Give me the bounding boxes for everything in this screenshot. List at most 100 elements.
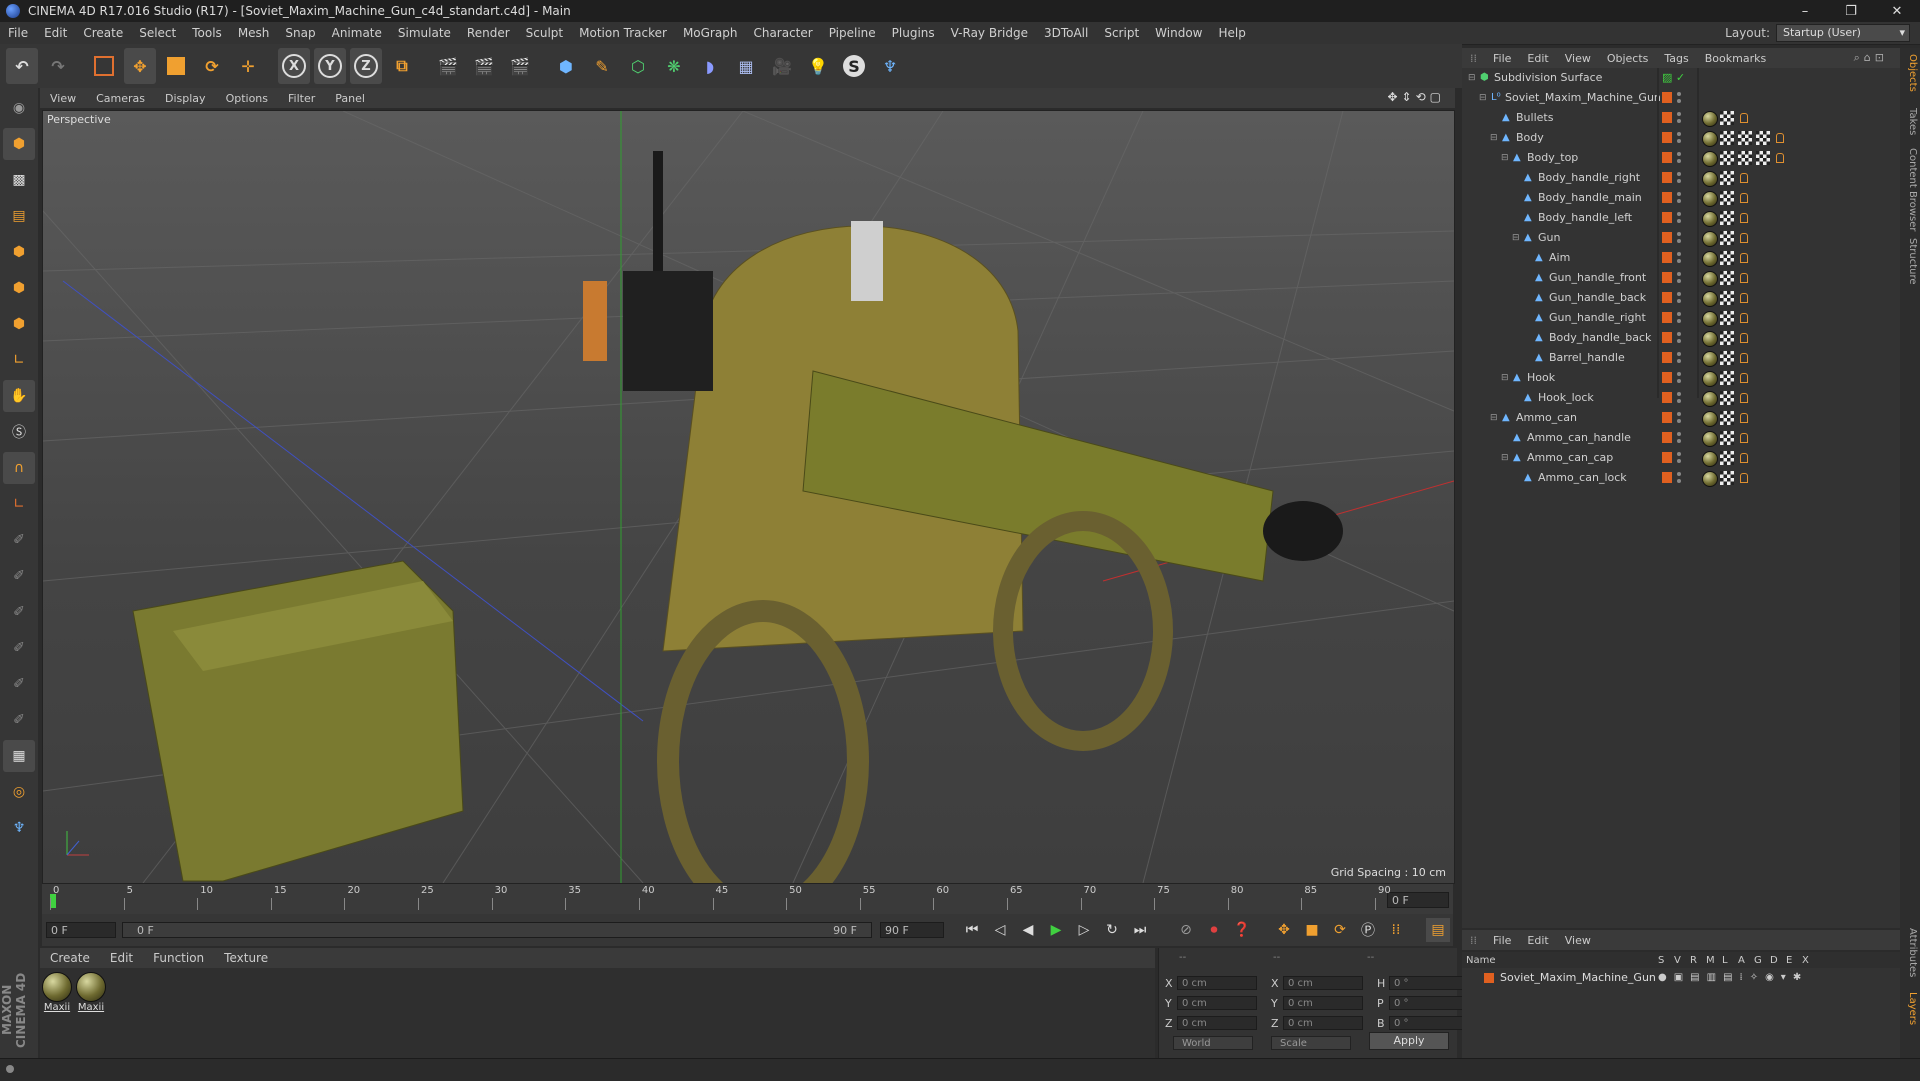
floor-button[interactable]: ▦ [730,48,762,84]
layer-color-icon[interactable] [1662,372,1672,383]
size-z-field[interactable]: 0 cm [1283,1016,1363,1030]
render-picture-viewer-button[interactable]: 🎬 [468,48,500,84]
search-home-icons[interactable]: ⌕⌂⊡ [1846,51,1896,65]
phong-tag-icon[interactable] [1776,153,1784,163]
collapse-toggle-icon[interactable]: ⊟ [1501,373,1511,383]
visibility-dots-icon[interactable] [1676,471,1682,485]
viewport-navigation-icons[interactable]: ✥⇕⟲▢ [1387,90,1445,104]
go-to-end-button[interactable]: ⏭ [1128,918,1152,942]
uvw-tag-icon[interactable] [1720,431,1734,445]
objects-menu-bookmarks[interactable]: Bookmarks [1697,52,1774,65]
phong-tag-icon[interactable] [1740,373,1748,383]
current-frame-field[interactable]: 0 F [1387,892,1449,908]
object-row[interactable]: ▲ Gun_handle_front [1462,268,1900,288]
visibility-dots-icon[interactable] [1676,431,1682,445]
play-button[interactable]: ▶ [1044,918,1068,942]
material-menu-function[interactable]: Function [143,951,214,965]
layer-color-icon[interactable] [1662,192,1672,203]
menu-window[interactable]: Window [1147,26,1210,40]
size-mode-select[interactable]: Scale [1271,1036,1351,1050]
object-row[interactable]: ⊟ ▲ Body_top [1462,148,1900,168]
visibility-dots-icon[interactable] [1676,151,1682,165]
render-view-button[interactable]: 🎬 [432,48,464,84]
visibility-dots-icon[interactable] [1676,111,1682,125]
phong-tag-icon[interactable] [1740,453,1748,463]
material-menu-texture[interactable]: Texture [214,951,278,965]
previous-key-button[interactable]: ◁ [988,918,1012,942]
uvw-tag-icon[interactable] [1720,451,1734,465]
object-row[interactable]: ▲ Ammo_can_handle [1462,428,1900,448]
phong-tag-icon[interactable] [1740,293,1748,303]
tab-content-browser[interactable]: Content Browser [1902,148,1918,231]
object-row[interactable]: ▲ Ammo_can_lock [1462,468,1900,488]
menu-script[interactable]: Script [1096,26,1147,40]
objects-menu-tags[interactable]: Tags [1656,52,1696,65]
phong-tag-icon[interactable] [1740,113,1748,123]
material-tag-icon[interactable] [1702,471,1718,487]
brush-1-button[interactable]: ✐ [3,524,35,556]
layer-color-icon[interactable] [1662,332,1672,343]
layers-menu-view[interactable]: View [1557,934,1599,947]
axis-mode-button[interactable]: ∟ [3,344,35,376]
object-row[interactable]: ▲ Body_handle_left [1462,208,1900,228]
scale-tool-button[interactable] [160,48,192,84]
objects-menu-objects[interactable]: Objects [1599,52,1657,65]
material-tag-icon[interactable] [1702,131,1718,147]
object-row[interactable]: ▲ Bullets [1462,108,1900,128]
objects-menu-file[interactable]: File [1485,52,1519,65]
deformer-button[interactable]: ◗ [694,48,726,84]
tab-structure[interactable]: Structure [1902,238,1918,285]
uvw-tag-icon[interactable] [1720,251,1734,265]
brush-2-button[interactable]: ✐ [3,560,35,592]
key-parameter-button[interactable]: Ⓟ [1356,918,1380,942]
uvw-tag-icon[interactable] [1720,231,1734,245]
record-keys-button[interactable]: ⊘ [1174,918,1198,942]
menu-character[interactable]: Character [745,26,820,40]
visibility-dots-icon[interactable] [1676,391,1682,405]
material-tag-icon[interactable] [1702,111,1718,127]
start-frame-field[interactable]: 0 F [46,922,116,938]
snap-button[interactable]: Ⓢ [3,416,35,448]
x-axis-lock-button[interactable]: X [278,48,310,84]
collapse-toggle-icon[interactable]: ⊟ [1501,453,1511,463]
layer-color-icon[interactable] [1662,232,1672,243]
key-rotation-button[interactable]: ⟳ [1328,918,1352,942]
object-row[interactable]: ⊟ ⬢ Subdivision Surface ▨ ✓ [1462,68,1900,88]
menu-animate[interactable]: Animate [324,26,390,40]
object-row[interactable]: ▲ Gun_handle_back [1462,288,1900,308]
phong-tag-icon[interactable] [1740,173,1748,183]
visibility-dots-icon[interactable] [1676,291,1682,305]
material-tag-icon[interactable] [1702,431,1718,447]
menu-vray-bridge[interactable]: V-Ray Bridge [943,26,1036,40]
render-settings-button[interactable]: 🎬 [504,48,536,84]
menu-mesh[interactable]: Mesh [230,26,278,40]
uvw-tag-icon[interactable] [1720,311,1734,325]
light-button[interactable]: 💡 [802,48,834,84]
tab-takes[interactable]: Takes [1902,108,1918,135]
cube-button[interactable]: ⬢ [550,48,582,84]
visibility-dots-icon[interactable] [1676,271,1682,285]
layer-toggle-icons[interactable]: ●▣▤▥▤⁞✧◉▾✱ [1658,972,1808,983]
material-tag-icon[interactable] [1702,311,1718,327]
objects-menu-view[interactable]: View [1557,52,1599,65]
uvw-tag-icon[interactable] [1720,151,1734,165]
model-mode-button[interactable]: ⬢ [3,128,35,160]
viewport-menu-cameras[interactable]: Cameras [86,92,155,105]
menu-plugins[interactable]: Plugins [884,26,943,40]
z-axis-lock-button[interactable]: Z [350,48,382,84]
position-x-field[interactable]: 0 cm [1177,976,1257,990]
material-tag-icon[interactable] [1702,331,1718,347]
texture-mode-button[interactable]: ▩ [3,164,35,196]
close-button[interactable]: ✕ [1874,0,1920,22]
brush-3-button[interactable]: ✐ [3,596,35,628]
layer-color-icon[interactable] [1662,352,1672,363]
material-tag-icon[interactable] [1702,211,1718,227]
next-frame-button[interactable]: ▷ [1072,918,1096,942]
end-frame-field[interactable]: 90 F [880,922,944,938]
layer-color-icon[interactable] [1662,212,1672,223]
grid-lock-button[interactable]: ▦ [3,740,35,772]
material-tag-icon[interactable] [1702,271,1718,287]
layer-color-icon[interactable] [1662,432,1672,443]
edges-mode-button[interactable]: ⬢ [3,272,35,304]
phong-tag-icon[interactable] [1740,393,1748,403]
